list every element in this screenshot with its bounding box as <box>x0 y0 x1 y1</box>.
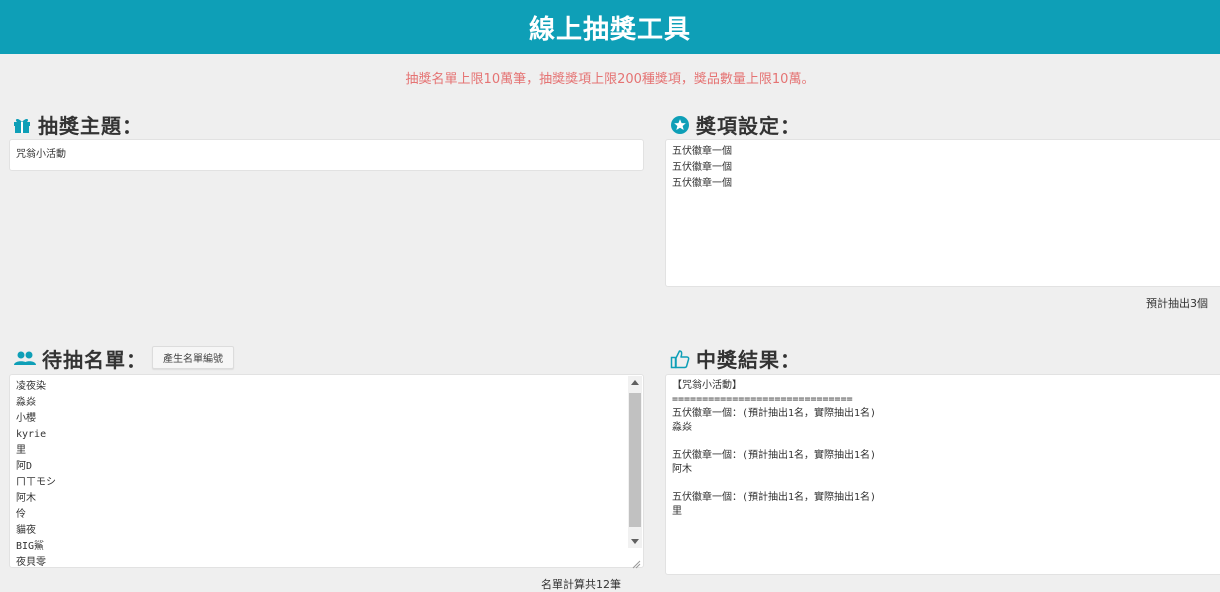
generate-list-number-button[interactable]: 產生名單編號 <box>152 346 234 369</box>
app-header: 線上抽獎工具 <box>0 0 1220 54</box>
candidate-list-textarea[interactable]: 凌夜染 淼焱 小櫻 kyrie 里 阿D ㄇㄒモシ 阿木 伶 貓夜 BIG鯊 夜… <box>9 374 644 568</box>
limits-notice: 抽獎名單上限10萬筆，抽獎獎項上限200種獎項，獎品數量上限10萬。 <box>405 72 815 87</box>
people-icon <box>14 350 36 368</box>
prize-count-summary: 預計抽出3個 <box>1146 297 1208 310</box>
candidates-section-title: 待抽名單： <box>14 344 147 373</box>
thumbs-up-icon <box>670 349 690 369</box>
results-section-title: 中獎結果： <box>670 344 801 373</box>
candidate-count-summary: 名單計算共12筆 <box>541 578 621 591</box>
page-title: 線上抽獎工具 <box>528 14 691 45</box>
prize-section-title: 獎項設定： <box>670 110 801 139</box>
star-circle-icon <box>670 115 690 135</box>
candidate-list-scrollbar[interactable] <box>628 376 642 548</box>
scroll-thumb[interactable] <box>629 393 641 527</box>
prize-settings-textarea[interactable]: 五伏徽章一個 五伏徽章一個 五伏徽章一個 <box>665 139 1220 287</box>
results-textarea[interactable]: 【咒翁小活動】 ============================== 五… <box>665 374 1220 575</box>
results-title-label: 中獎結果： <box>696 348 801 372</box>
scroll-up-arrow-icon[interactable] <box>631 380 639 385</box>
prize-title-label: 獎項設定： <box>696 114 801 138</box>
gift-icon <box>12 116 32 134</box>
resize-grip-icon[interactable] <box>631 554 641 569</box>
theme-title-label: 抽獎主題： <box>38 114 143 138</box>
theme-input[interactable]: 咒翁小活動 <box>9 139 644 171</box>
candidates-title-label: 待抽名單： <box>42 348 147 372</box>
theme-section-title: 抽獎主題： <box>12 110 143 139</box>
scroll-down-arrow-icon[interactable] <box>631 539 639 544</box>
